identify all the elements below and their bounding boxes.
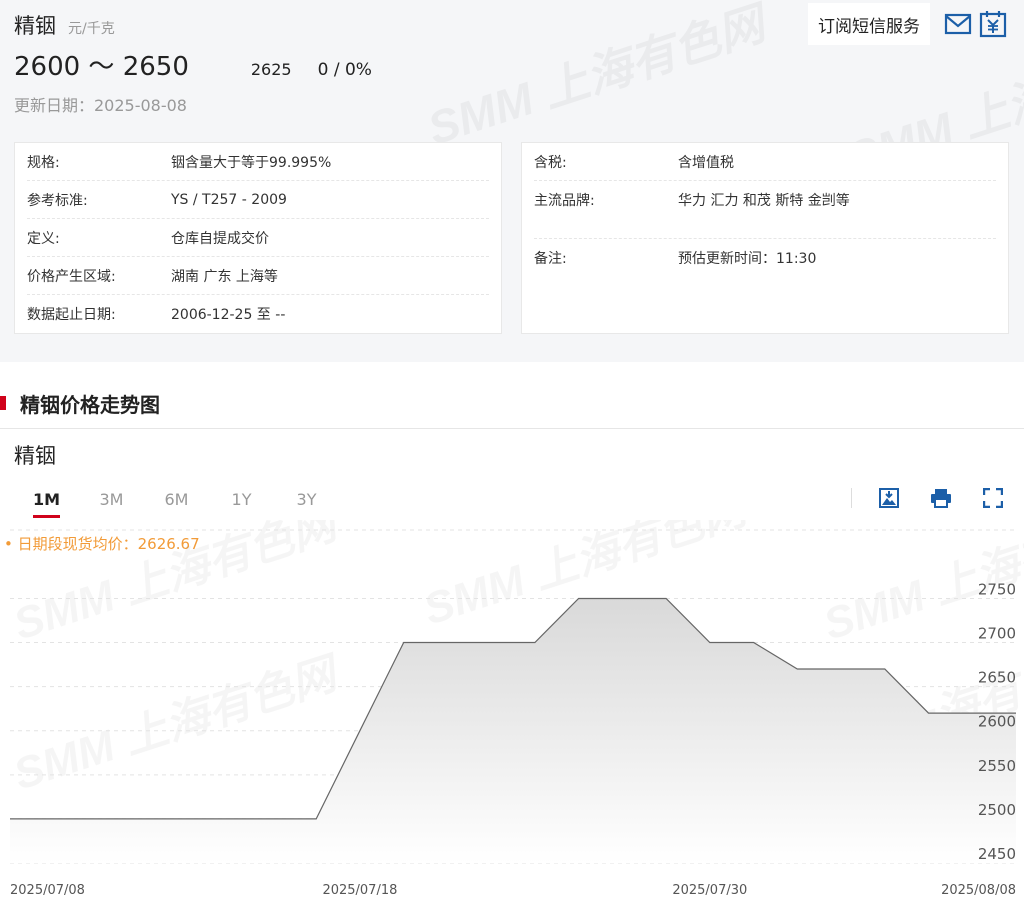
mail-button[interactable] — [944, 10, 972, 38]
spec-row: 备注: 预估更新时间：11:30 — [534, 239, 996, 277]
spec-row: 价格产生区域: 湖南 广东 上海等 — [27, 257, 489, 295]
spec-value: 2006-12-25 至 -- — [171, 307, 286, 323]
fullscreen-button[interactable] — [981, 486, 1005, 510]
spec-table-right: 含税: 含增值税 主流品牌: 华力 汇力 和茂 斯特 金剀等 备注: 预估更新时间：1… — [521, 142, 1009, 334]
price-range: 2600 ～ 2650 — [14, 52, 189, 82]
spec-value: 湖南 广东 上海等 — [171, 268, 278, 285]
watermark: SMM 上海有色网 — [418, 0, 771, 158]
tab-label: 3Y — [296, 490, 317, 509]
tab-label: 3M — [99, 490, 124, 509]
y-tick-label: 2700 — [978, 625, 1016, 643]
x-tick-label: 2025/07/30 — [672, 883, 747, 898]
tab-label: 6M — [164, 490, 189, 509]
download-image-button[interactable] — [877, 486, 901, 510]
spec-row: 数据起止日期: 2006-12-25 至 -- — [27, 295, 489, 333]
price-change: 0 / 0% — [317, 60, 372, 80]
y-tick-label: 2650 — [978, 669, 1016, 687]
product-title: 精铟 — [14, 14, 56, 38]
spec-row: 定义: 仓库自提成交价 — [27, 219, 489, 257]
spec-key: 价格产生区域: — [27, 268, 116, 285]
spec-row: 规格: 铟含量大于等于99.995% — [27, 143, 489, 181]
spec-key: 规格: — [27, 154, 60, 171]
section-title: 精铟价格走势图 — [20, 392, 160, 417]
spec-value: 华力 汇力 和茂 斯特 金剀等 — [678, 193, 850, 209]
x-tick-label: 2025/08/08 — [941, 883, 1016, 898]
y-tick-label: 2600 — [978, 713, 1016, 731]
spec-key: 备注: — [534, 251, 567, 267]
product-info-panel: SMM 上海有色网 SMM 上海有色网 精铟 元/千克 2600 ～ 2650 … — [0, 0, 1024, 362]
print-button[interactable] — [929, 486, 953, 510]
y-tick-label: 2750 — [978, 580, 1016, 598]
spec-key: 含税: — [534, 154, 567, 171]
spec-value: 含增值税 — [678, 154, 734, 171]
section-marker — [0, 396, 6, 410]
fullscreen-icon — [983, 488, 1003, 508]
spec-row: 参考标准: YS / T257 - 2009 — [27, 181, 489, 219]
watermark: SMM 上海有色网 — [8, 520, 347, 650]
spec-key: 主流品牌: — [534, 193, 595, 209]
spec-value: 预估更新时间：11:30 — [678, 251, 817, 267]
section-divider — [0, 428, 1024, 429]
average-price: 2625 — [250, 60, 292, 79]
price-calendar-button[interactable] — [979, 10, 1007, 38]
spec-value: 仓库自提成交价 — [171, 230, 269, 247]
spec-value: 铟含量大于等于99.995% — [171, 154, 332, 171]
watermark: SMM 上海有色网 — [8, 648, 347, 800]
section-heading: 精铟价格走势图 — [0, 388, 160, 418]
spec-row: 含税: 含增值税 — [534, 143, 996, 181]
price-unit: 元/千克 — [68, 21, 115, 37]
price-trend-chart: SMM 上海有色网SMM 上海有色网SMM 上海有色网SMM 上海有色网SMM … — [8, 520, 1024, 898]
chart-name: 精铟 — [14, 444, 56, 468]
tab-label: 1Y — [231, 490, 252, 509]
spec-key: 定义: — [27, 230, 60, 247]
download-image-icon — [879, 488, 899, 508]
price-row: 2600 ～ 2650 2625 0 / 0% — [14, 46, 372, 83]
x-tick-label: 2025/07/18 — [322, 883, 397, 898]
spec-row: 主流品牌: 华力 汇力 和茂 斯特 金剀等 — [534, 181, 996, 239]
spec-table-left: 规格: 铟含量大于等于99.995% 参考标准: YS / T257 - 2009 … — [14, 142, 502, 334]
y-tick-label: 2550 — [978, 757, 1016, 775]
spec-key: 参考标准: — [27, 192, 88, 209]
product-title-row: 精铟 元/千克 — [14, 10, 115, 40]
tab-label: 1M — [32, 490, 61, 518]
toolbar-divider — [851, 488, 852, 508]
subscribe-sms-button[interactable]: 订阅短信服务 — [808, 3, 930, 45]
y-tick-label: 2500 — [978, 801, 1016, 819]
print-icon — [931, 489, 951, 508]
yuan-calendar-icon — [979, 11, 1007, 38]
mail-icon — [944, 13, 972, 35]
spec-key: 数据起止日期: — [27, 307, 116, 323]
update-date: 更新日期：2025-08-08 — [14, 96, 187, 115]
y-tick-label: 2450 — [978, 845, 1016, 863]
x-tick-label: 2025/07/08 — [10, 883, 85, 898]
spec-value: YS / T257 - 2009 — [171, 191, 287, 208]
